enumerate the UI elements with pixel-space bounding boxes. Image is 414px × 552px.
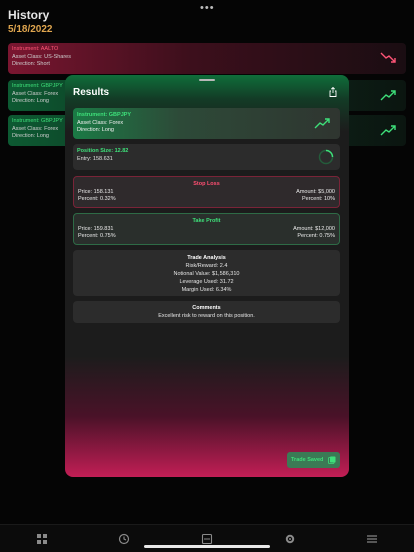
- instrument-card: Instrument: GBPJPY Asset Class: Forex Di…: [73, 108, 340, 139]
- risk-reward: Risk/Reward: 2.4: [185, 263, 228, 269]
- leverage-used: Leverage Used: 31.72: [179, 279, 234, 285]
- take-profit-percent: Percent: 0.75%: [78, 233, 116, 239]
- grid-icon[interactable]: [36, 533, 48, 545]
- trade-saved-button[interactable]: Trade Saved: [287, 452, 340, 468]
- stop-loss-card: Stop Loss Price: 158.131 Percent: 0.32% …: [73, 176, 340, 208]
- margin-used: Margin Used: 6.34%: [181, 287, 232, 293]
- history-item[interactable]: Instrument: AALTO Asset Class: US-Shares…: [8, 43, 406, 74]
- history-date: 5/18/2022: [8, 24, 53, 35]
- trade-analysis-title: Trade Analysis: [187, 255, 226, 261]
- trade-analysis-card: Trade Analysis Risk/Reward: 2.4 Notional…: [73, 250, 340, 296]
- direction: Direction: Long: [77, 127, 114, 133]
- stop-loss-title: Stop Loss: [193, 181, 220, 187]
- gear-icon[interactable]: [284, 533, 296, 545]
- entry-price: Entry: 158.631: [77, 155, 113, 162]
- comments-card: Comments Excellent risk to reward on thi…: [73, 301, 340, 323]
- comments-text: Excellent risk to reward on this positio…: [158, 312, 255, 319]
- page-title: Results: [73, 87, 110, 98]
- trend-down-icon: [380, 52, 396, 63]
- history-icon[interactable]: [118, 533, 130, 545]
- trend-up-icon: [314, 118, 330, 129]
- history-title: History: [8, 8, 50, 22]
- results-sheet: Results Instrument: GBPJPY Asset Class: …: [65, 75, 349, 477]
- asset-class: Asset Class: Forex: [77, 119, 124, 126]
- take-profit-percent-right: Percent: 0.75%: [297, 233, 335, 239]
- comments-title: Comments: [192, 305, 221, 311]
- progress-ring-icon: [318, 149, 334, 165]
- more-dots-icon[interactable]: •••: [200, 2, 215, 14]
- stop-loss-percent: Percent: 0.32%: [78, 196, 116, 202]
- calculator-icon[interactable]: [201, 533, 213, 545]
- menu-icon[interactable]: [366, 533, 378, 545]
- home-indicator[interactable]: [144, 545, 270, 548]
- share-icon[interactable]: [329, 87, 337, 97]
- history-item-asset-class: Asset Class: US-Shares: [12, 53, 71, 60]
- sheet-grabber[interactable]: [199, 79, 215, 81]
- trade-saved-label: Trade Saved: [291, 457, 324, 463]
- saved-icon: [328, 456, 336, 464]
- take-profit-title: Take Profit: [192, 218, 221, 224]
- notional-value: Notional Value: $1,586,310: [173, 271, 240, 277]
- history-item-direction: Direction: Short: [12, 61, 50, 67]
- position-card: Position Size: 12.82 Entry: 158.631: [73, 144, 340, 170]
- history-item-instrument: Instrument: AALTO: [12, 46, 59, 52]
- trend-up-icon: [380, 90, 396, 101]
- take-profit-card: Take Profit Price: 159.831 Percent: 0.75…: [73, 213, 340, 245]
- trend-up-icon: [380, 125, 396, 136]
- instrument-name: Instrument: GBPJPY: [77, 112, 132, 118]
- stop-loss-percent-right: Percent: 10%: [301, 196, 335, 202]
- position-size: Position Size: 12.82: [77, 148, 129, 154]
